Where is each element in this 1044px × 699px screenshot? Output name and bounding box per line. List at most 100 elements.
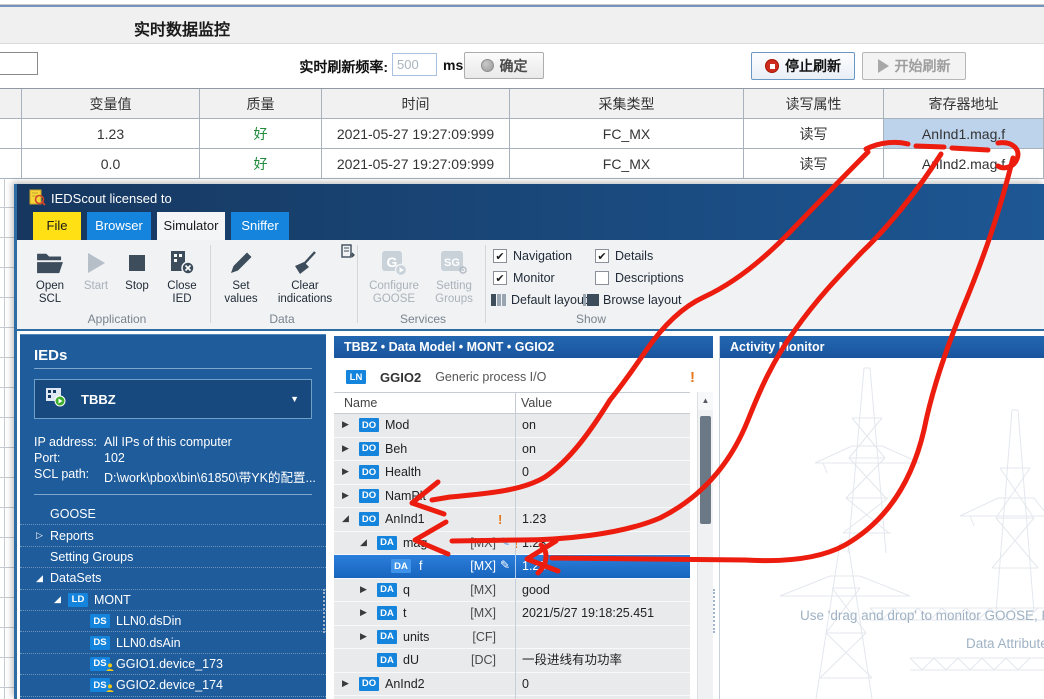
do-badge: DO: [359, 677, 379, 691]
checkbox-icon: [595, 271, 609, 285]
datamodel-row-f[interactable]: DAf[MX]✎1.23: [334, 555, 690, 579]
datamodel-row-dU[interactable]: DAdU[DC]一段进线有功功率: [334, 649, 690, 673]
ds-badge: DS: [90, 678, 110, 692]
collapsed-arrow-icon[interactable]: ▶: [342, 678, 349, 689]
browse-layout-button[interactable]: Browse layout: [583, 293, 682, 307]
collapsed-arrow-icon[interactable]: ▶: [360, 631, 367, 642]
tree-item-ggio1-device-173[interactable]: DSGGIO1.device_173: [20, 654, 326, 675]
table-cell: 2021-05-27 19:27:09:999: [322, 149, 510, 179]
tree-item-lln0-dsain[interactable]: DSLLN0.dsAin: [20, 632, 326, 653]
datamodel-row-AnInd2[interactable]: ▶DOAnInd20: [334, 673, 690, 697]
checkbox-descriptions[interactable]: Descriptions: [595, 271, 684, 285]
window-titlebar[interactable]: IEDScout licensed to File Browser Simula…: [17, 184, 1044, 240]
tree-item-datasets[interactable]: ◢DataSets: [20, 568, 326, 589]
ied-device-dropdown[interactable]: TBBZ ▼: [34, 379, 312, 419]
register-address-cell[interactable]: AnInd2.mag.f: [884, 149, 1044, 179]
open-scl-button[interactable]: Open SCL: [25, 246, 75, 314]
tab-file[interactable]: File: [33, 212, 81, 240]
default-layout-button[interactable]: Default layout: [491, 293, 587, 307]
header-cell: 寄存器地址: [884, 89, 1044, 119]
ld-badge: LD: [68, 593, 88, 607]
column-divider[interactable]: [515, 393, 516, 413]
logical-node-row[interactable]: LN GGIO2 Generic process I/O !: [334, 364, 713, 390]
collapsed-arrow-icon[interactable]: ▶: [342, 419, 349, 430]
tree-item-mont[interactable]: ◢LDMONT: [20, 590, 326, 611]
scrollbar[interactable]: ▲: [697, 392, 713, 699]
refresh-rate-input[interactable]: [392, 53, 437, 76]
start-button[interactable]: Start: [77, 246, 115, 314]
ds-badge: DS: [90, 657, 110, 671]
setting-groups-button[interactable]: SG ⚙ Setting Groups: [427, 246, 481, 314]
edit-pencil-icon[interactable]: ✎: [500, 558, 510, 572]
functional-constraint: [MX]: [452, 559, 496, 573]
configure-goose-button[interactable]: G Configure GOOSE: [365, 246, 423, 314]
datamodel-row-mag[interactable]: ◢DAmag[MX]✎!1.23: [334, 532, 690, 556]
clear-indications-button[interactable]: Clear indications: [269, 246, 341, 314]
stop-button[interactable]: Stop: [119, 246, 155, 314]
window-client-area: IEDs TBBZ ▼: [17, 331, 1044, 699]
stop-refresh-button[interactable]: 停止刷新: [751, 52, 855, 80]
data-model-panel: TBBZ • Data Model • MONT • GGIO2 LN GGIO…: [334, 336, 713, 699]
svg-text:⚙: ⚙: [458, 264, 468, 277]
collapsed-arrow-icon[interactable]: ▶: [360, 584, 367, 595]
table-cell: 2021-05-27 19:27:09:999: [322, 119, 510, 149]
datamodel-row-Beh[interactable]: ▶DOBehon: [334, 438, 690, 462]
table-cell: FC_MX: [510, 119, 744, 149]
edit-pencil-icon[interactable]: ✎: [500, 535, 510, 549]
expanded-arrow-icon[interactable]: ◢: [54, 594, 68, 605]
collapsed-arrow-icon[interactable]: ▶: [342, 466, 349, 477]
variable-input[interactable]: [0, 52, 38, 75]
tree-item-setting-groups[interactable]: Setting Groups: [20, 547, 326, 568]
table-cell: 好: [200, 149, 322, 179]
iedscout-window: IEDScout licensed to File Browser Simula…: [14, 184, 1044, 699]
functional-constraint: [MX]: [452, 536, 496, 550]
splitter-grip[interactable]: [323, 589, 325, 633]
scrollbar-thumb[interactable]: [700, 416, 711, 524]
splitter-grip[interactable]: [713, 589, 715, 633]
expanded-arrow-icon[interactable]: ◢: [36, 573, 50, 584]
activity-monitor-title: Activity Monitor: [720, 336, 1044, 358]
chevron-down-icon: ▼: [290, 394, 299, 404]
confirm-button[interactable]: 确定: [464, 52, 544, 79]
export-document-icon[interactable]: [341, 244, 356, 264]
attribute-value: good: [515, 579, 690, 603]
datamodel-row-units[interactable]: ▶DAunits[CF]: [334, 626, 690, 650]
expanded-arrow-icon[interactable]: ◢: [360, 537, 367, 548]
scroll-up-icon[interactable]: ▲: [698, 392, 713, 410]
attribute-name: units: [403, 630, 429, 644]
checkbox-icon: ✔: [493, 249, 507, 263]
set-values-button[interactable]: Set values: [217, 246, 265, 314]
tab-sniffer[interactable]: Sniffer: [231, 212, 289, 240]
collapsed-arrow-icon[interactable]: ▷: [36, 530, 50, 541]
datamodel-row-Mod[interactable]: ▶DOModon: [334, 414, 690, 438]
datamodel-row-q[interactable]: ▶DAq[MX]good: [334, 579, 690, 603]
person-icon: [106, 684, 114, 695]
start-refresh-button[interactable]: 开始刷新: [862, 52, 966, 80]
ied-device-icon: [45, 387, 67, 412]
default-layout-icon: [491, 293, 507, 307]
tree-item-lln0-dsdin[interactable]: DSLLN0.dsDin: [20, 611, 326, 632]
checkbox-monitor[interactable]: ✔ Monitor: [493, 271, 555, 285]
checkbox-details[interactable]: ✔ Details: [595, 249, 653, 263]
attribute-name: mag: [403, 536, 427, 550]
tab-simulator[interactable]: Simulator: [157, 212, 225, 240]
expanded-arrow-icon[interactable]: ◢: [342, 513, 349, 524]
checkbox-icon: ✔: [595, 249, 609, 263]
datamodel-row-Health[interactable]: ▶DOHealth0: [334, 461, 690, 485]
broom-icon: [292, 246, 318, 280]
tree-item-reports[interactable]: ▷Reports: [20, 525, 326, 546]
stop-icon: [765, 59, 779, 73]
checkbox-navigation[interactable]: ✔ Navigation: [493, 249, 572, 263]
ieds-panel: IEDs TBBZ ▼: [20, 334, 326, 699]
datamodel-row-AnInd1[interactable]: ◢DOAnInd1!1.23: [334, 508, 690, 532]
register-address-cell[interactable]: AnInd1.mag.f: [884, 119, 1044, 149]
tree-item-ggio2-device-174[interactable]: DSGGIO2.device_174: [20, 675, 326, 696]
datamodel-row-t[interactable]: ▶DAt[MX]2021/5/27 19:18:25.451: [334, 602, 690, 626]
datamodel-row-NamPlt[interactable]: ▶DONamPlt: [334, 485, 690, 509]
close-ied-button[interactable]: Close IED: [159, 246, 205, 314]
collapsed-arrow-icon[interactable]: ▶: [342, 490, 349, 501]
tab-browser[interactable]: Browser: [87, 212, 151, 240]
collapsed-arrow-icon[interactable]: ▶: [342, 443, 349, 454]
collapsed-arrow-icon[interactable]: ▶: [360, 607, 367, 618]
tree-item-goose[interactable]: GOOSE: [20, 504, 326, 525]
